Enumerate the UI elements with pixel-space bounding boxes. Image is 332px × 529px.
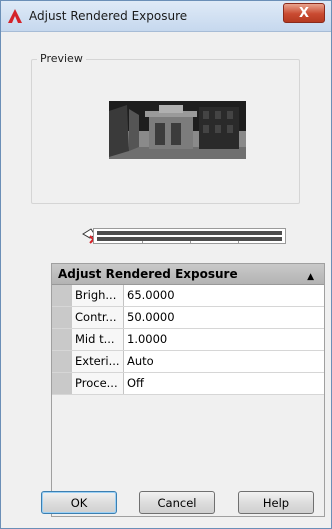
property-grid-header[interactable]: Adjust Rendered Exposure ▲ [52,264,324,285]
dialog-window: Adjust Rendered Exposure X Preview Adjus… [0,0,332,529]
property-name: Exteri... [72,351,124,372]
slider-tick [142,241,143,243]
preview-group-label: Preview [37,52,86,65]
property-name: Brigh... [72,285,124,306]
row-gutter [52,351,72,372]
property-row-midtones[interactable]: Mid t... 1.0000 [52,329,324,351]
row-gutter [52,307,72,328]
window-title: Adjust Rendered Exposure [29,9,188,23]
property-value[interactable]: 65.0000 [124,285,324,306]
property-value[interactable]: Off [124,373,324,394]
close-button[interactable]: X [283,3,325,23]
slider-tick [238,241,239,243]
property-row-contrast[interactable]: Contr... 50.0000 [52,307,324,329]
row-gutter [52,329,72,350]
cancel-button[interactable]: Cancel [139,491,215,514]
close-icon: X [298,5,310,21]
property-name: Proce... [72,373,124,394]
property-value[interactable]: Auto [124,351,324,372]
exposure-slider[interactable] [93,228,286,244]
row-gutter [52,373,72,394]
property-row-exterior-daylight[interactable]: Exteri... Auto [52,351,324,373]
property-value[interactable]: 50.0000 [124,307,324,328]
slider-tick [190,241,191,243]
property-row-brightness[interactable]: Brigh... 65.0000 [52,285,324,307]
row-gutter [52,285,72,306]
property-value[interactable]: 1.0000 [124,329,324,350]
property-name: Contr... [72,307,124,328]
slider-bar-top [97,231,282,235]
help-button[interactable]: Help [238,491,314,514]
title-bar[interactable]: Adjust Rendered Exposure X [1,1,331,32]
app-logo-icon [8,9,22,23]
ok-button[interactable]: OK [41,491,117,514]
property-grid: Adjust Rendered Exposure ▲ Brigh... 65.0… [51,263,325,517]
section-title: Adjust Rendered Exposure [58,267,238,281]
property-row-process-background[interactable]: Proce... Off [52,373,324,395]
collapse-arrow-icon[interactable]: ▲ [307,267,314,287]
property-name: Mid t... [72,329,124,350]
preview-image [109,101,246,159]
